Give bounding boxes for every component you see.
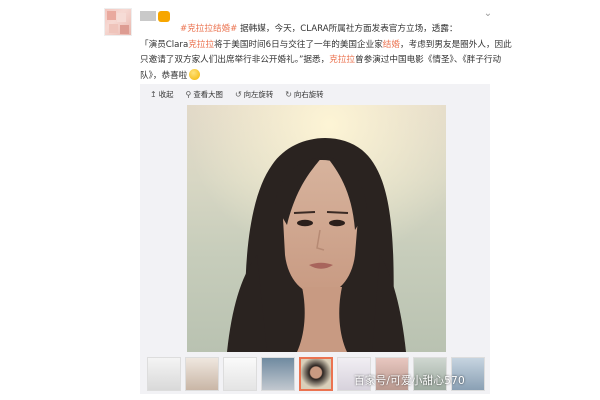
weibo-post-card: ⌄ #克拉拉结婚# 据韩媒，今天，CLARA所属社方面发表官方立场，透露： 「演… <box>0 0 600 400</box>
rotate-right-button[interactable]: ↻ 向右旋转 <box>285 89 323 100</box>
view-large-label: 查看大图 <box>193 89 223 99</box>
thumbnail[interactable] <box>185 357 219 391</box>
thumbnail[interactable] <box>261 357 295 391</box>
chevron-down-icon[interactable]: ⌄ <box>482 8 494 20</box>
thumbnail-active[interactable] <box>299 357 333 391</box>
keyword-link[interactable]: 克拉拉 <box>329 55 355 65</box>
thumbnail[interactable] <box>147 357 181 391</box>
collapse-label: 收起 <box>158 89 174 99</box>
topic-link[interactable]: #克拉拉结婚# <box>180 24 237 34</box>
view-large-button[interactable]: ⚲ 查看大图 <box>186 89 223 100</box>
vip-badge-icon <box>158 11 170 22</box>
watermark: 百家号/可爱小甜心570 <box>354 375 465 387</box>
keyword-link[interactable]: 克拉拉 <box>188 40 214 50</box>
collapse-arrow-icon: ↥ <box>150 89 157 99</box>
post-text-part: 将于美国时间6日与交往了一年的美国企业家 <box>214 39 383 50</box>
rotate-right-label: 向右旋转 <box>293 89 324 99</box>
magnifier-icon: ⚲ <box>185 89 192 99</box>
laugh-emoji-icon <box>189 68 201 80</box>
media-viewer: ↥ 收起 ⚲ 查看大图 ↺ 向左旋转 ↻ 向右旋转 <box>140 84 490 394</box>
username-mask[interactable] <box>140 11 156 21</box>
rotate-left-label: 向左旋转 <box>243 89 274 99</box>
rotate-left-button[interactable]: ↺ 向左旋转 <box>235 89 273 100</box>
thumbnail[interactable] <box>223 357 257 391</box>
rotate-right-icon: ↻ <box>285 89 292 99</box>
portrait-illustration <box>187 105 446 352</box>
rotate-left-icon: ↺ <box>234 89 242 99</box>
avatar[interactable] <box>104 8 132 36</box>
main-photo[interactable] <box>187 105 446 352</box>
collapse-button[interactable]: ↥ 收起 <box>150 89 174 100</box>
post-text-part: 「演员Clara <box>140 39 189 50</box>
media-toolbar: ↥ 收起 ⚲ 查看大图 ↺ 向左旋转 ↻ 向右旋转 <box>140 84 490 104</box>
post-text: #克拉拉结婚# 据韩媒，今天，CLARA所属社方面发表官方立场，透露： 「演员C… <box>140 22 512 84</box>
post-text-part: 据韩媒，今天，CLARA所属社方面发表官方立场，透露： <box>237 24 458 34</box>
keyword-link[interactable]: 结婚 <box>383 40 400 50</box>
